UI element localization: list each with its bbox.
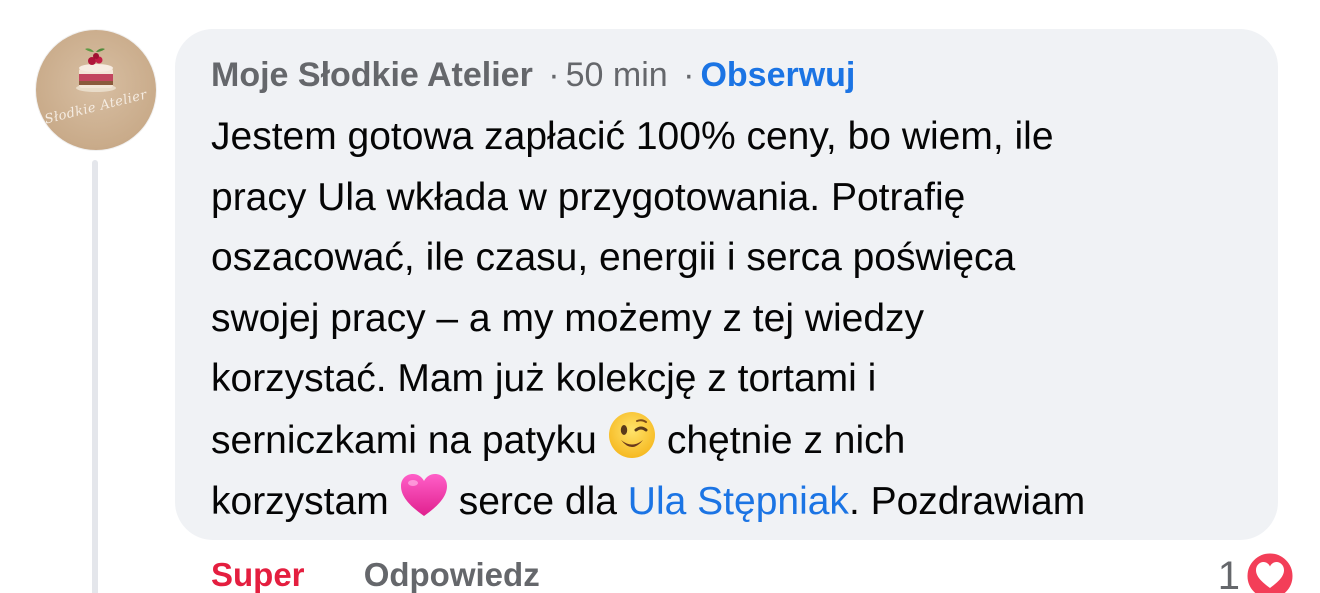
comment-line: Jestem gotowa zapłacić 100% ceny, bo wie… <box>211 115 1054 158</box>
winking-face-emoji-icon <box>608 411 655 458</box>
comment-line: korzystam serce dla Ula Stępniak. Pozdra… <box>211 471 1248 533</box>
comment-header: Moje Słodkie Atelier · 50 min · Obserwuj <box>211 55 1248 95</box>
comment-line: oszacować, ile czasu, energii i serca po… <box>211 236 1016 279</box>
comment-line-text: korzystam <box>211 480 389 523</box>
comment-line-text: serniczkami na patyku <box>211 418 597 462</box>
love-reaction-icon <box>1244 550 1296 593</box>
comment-time[interactable]: 50 min <box>566 56 668 94</box>
follow-button[interactable]: Obserwuj <box>700 56 855 94</box>
pink-heart-emoji-icon <box>400 474 447 516</box>
comment-line-text: chętnie z nich <box>666 418 906 462</box>
comment-line: korzystać. Mam już kolekcję z tortami i <box>211 357 877 400</box>
comment-line: swojej pracy – a my możemy z tej wiedzy <box>211 296 925 340</box>
comment-line-text: . Pozdrawiam <box>848 480 1086 523</box>
author-name[interactable]: Moje Słodkie Atelier <box>211 56 533 94</box>
comment-text: Jestem gotowa zapłacić 100% ceny, bo wie… <box>211 107 1248 533</box>
comment-actions: Super Odpowiedz <box>211 556 540 593</box>
reaction-summary[interactable]: 1 <box>1218 550 1296 593</box>
comment-line: pracy Ula wkłada w przygotowania. Potraf… <box>211 175 966 219</box>
comment-line-text: serce dla <box>458 480 617 523</box>
comment-bubble: Moje Słodkie Atelier · 50 min · Obserwuj J… <box>175 29 1278 540</box>
separator-dot: · <box>548 56 560 94</box>
thread-connector-line <box>92 160 98 593</box>
separator-dot: · <box>683 56 695 94</box>
comment-thread: Słodkie Atelier Moje Słodkie Atelier · 50… <box>0 0 1320 593</box>
user-mention-link[interactable]: Ula Stępniak <box>628 480 849 523</box>
avatar[interactable]: Słodkie Atelier <box>36 30 156 150</box>
reaction-count: 1 <box>1217 553 1240 593</box>
comment-line: serniczkami na patyku chętnie z nich <box>211 410 1248 472</box>
reaction-button[interactable]: Super <box>211 556 305 593</box>
reply-button[interactable]: Odpowiedz <box>364 556 540 593</box>
